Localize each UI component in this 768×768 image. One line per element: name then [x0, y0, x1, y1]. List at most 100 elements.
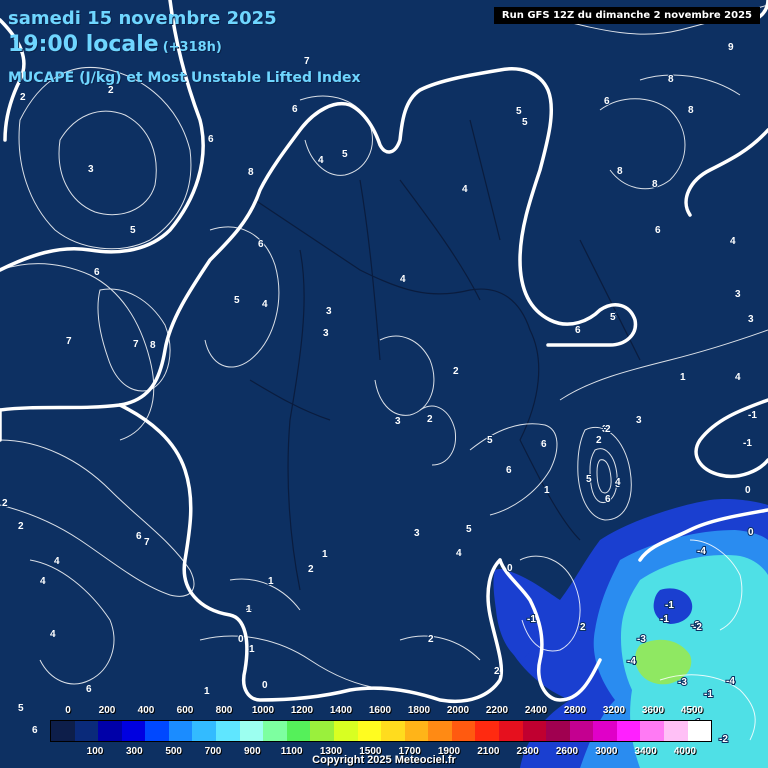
legend-swatch [381, 721, 405, 741]
li-value-label: 6 [292, 104, 298, 115]
copyright-notice: Copyright 2025 Meteociel.fr [312, 754, 456, 766]
li-value-label: 4 [400, 274, 406, 285]
run-info-box: Run GFS 12Z du dimanche 2 novembre 2025 [493, 7, 760, 24]
li-value-label: -1 [704, 689, 713, 700]
li-value-label: 4 [462, 184, 468, 195]
li-value-label: 4 [456, 548, 462, 559]
legend-swatch [428, 721, 452, 741]
li-value-label: 7 [66, 336, 72, 347]
legend-swatch [546, 721, 570, 741]
li-value-label: 7 [304, 56, 310, 67]
li-value-label: 5 [342, 149, 348, 160]
legend-swatch [451, 721, 476, 741]
legend-swatch [333, 721, 358, 741]
li-value-label: 4 [262, 299, 268, 310]
forecast-time: 19:00 locale (+318h) [8, 32, 222, 57]
li-value-label: -3 [678, 677, 687, 688]
li-value-label: 2 [428, 634, 434, 645]
li-value-label: 2 [2, 498, 8, 509]
legend-top-label: 400 [137, 705, 155, 716]
li-value-label: 2 [605, 424, 611, 435]
li-value-label: 4 [735, 372, 741, 383]
li-value-label: 0 [745, 485, 751, 496]
li-value-label: 3 [395, 416, 401, 427]
legend-swatch [640, 721, 665, 741]
legend-swatch [286, 721, 311, 741]
li-value-label: 6 [208, 134, 214, 145]
legend-swatch [522, 721, 547, 741]
li-value-label: 5 [130, 225, 136, 236]
li-value-label: 8 [668, 74, 674, 85]
legend-top-label: 800 [215, 705, 233, 716]
legend-swatch [239, 721, 264, 741]
li-value-label: 2 [580, 622, 586, 633]
forecast-date: samedi 15 novembre 2025 [8, 8, 277, 29]
li-value-label: 6 [575, 325, 581, 336]
legend-swatch [145, 721, 169, 741]
li-value-label: 6 [86, 684, 92, 695]
li-value-label: 2 [18, 521, 24, 532]
li-value-label: 2 [108, 85, 114, 96]
legend-top-label: 2000 [446, 705, 470, 716]
li-value-label: 1 [249, 644, 255, 655]
forecast-offset: (+318h) [162, 40, 222, 55]
legend-top-label: 1800 [407, 705, 431, 716]
li-value-label: 0 [238, 634, 244, 645]
li-value-label: 3 [735, 289, 741, 300]
li-value-label: -2 [719, 734, 728, 745]
li-value-label: -1 [665, 600, 674, 611]
li-value-label: 5 [610, 312, 616, 323]
li-value-label: 7 [133, 339, 139, 350]
legend-swatch [263, 721, 287, 741]
li-value-label: 6 [258, 239, 264, 250]
legend-swatch [98, 721, 122, 741]
li-value-label: 6 [605, 494, 611, 505]
li-value-label: 3 [88, 164, 94, 175]
legend-top-label: 4500 [680, 705, 704, 716]
li-value-label: 6 [94, 267, 100, 278]
li-value-label: 1 [204, 686, 210, 697]
li-value-label: 5 [234, 295, 240, 306]
li-value-label: 4 [40, 576, 46, 587]
li-value-label: 3 [323, 328, 329, 339]
legend-top-label: 3200 [602, 705, 626, 716]
li-value-label: 1 [246, 604, 252, 615]
li-value-label: 4 [318, 155, 324, 166]
li-value-label: 6 [655, 225, 661, 236]
li-value-label: 9 [728, 42, 734, 53]
legend-swatch [475, 721, 499, 741]
li-value-label: 3 [326, 306, 332, 317]
legend-swatch [593, 721, 617, 741]
legend-top-label: 2800 [563, 705, 587, 716]
li-value-label: 4 [54, 556, 60, 567]
li-value-label: 0 [507, 563, 513, 574]
li-value-label: 8 [652, 179, 658, 190]
legend-swatch [51, 721, 75, 741]
legend-top-label: 1400 [329, 705, 353, 716]
li-value-label: 3 [748, 314, 754, 325]
li-value-label: 5 [18, 703, 24, 714]
legend-swatch [192, 721, 217, 741]
li-value-label: 5 [586, 474, 592, 485]
li-value-label: 6 [136, 531, 142, 542]
li-value-label: 4 [730, 236, 736, 247]
li-value-label: 5 [516, 106, 522, 117]
li-value-label: -2 [693, 622, 702, 633]
legend-top-label: 2200 [485, 705, 509, 716]
li-value-label: 2 [308, 564, 314, 575]
legend-top-label: 200 [98, 705, 116, 716]
li-value-label: -4 [726, 676, 735, 687]
legend-top-label: 600 [176, 705, 194, 716]
cape-map: 232568679888845336544646543367 8755644213… [0, 0, 768, 768]
legend-top-label: 1200 [290, 705, 314, 716]
parameter-title: MUCAPE (J/kg) et Most Unstable Lifted In… [8, 70, 361, 86]
li-value-label: 8 [150, 340, 156, 351]
li-value-label: 4 [615, 477, 621, 488]
li-value-label: 4 [50, 629, 56, 640]
li-value-label: 6 [604, 96, 610, 107]
li-value-label: 2 [427, 414, 433, 425]
li-value-label: 5 [522, 117, 528, 128]
legend-swatch [216, 721, 240, 741]
li-value-label: 0 [262, 680, 268, 691]
forecast-time-label: 19:00 locale [8, 32, 159, 57]
